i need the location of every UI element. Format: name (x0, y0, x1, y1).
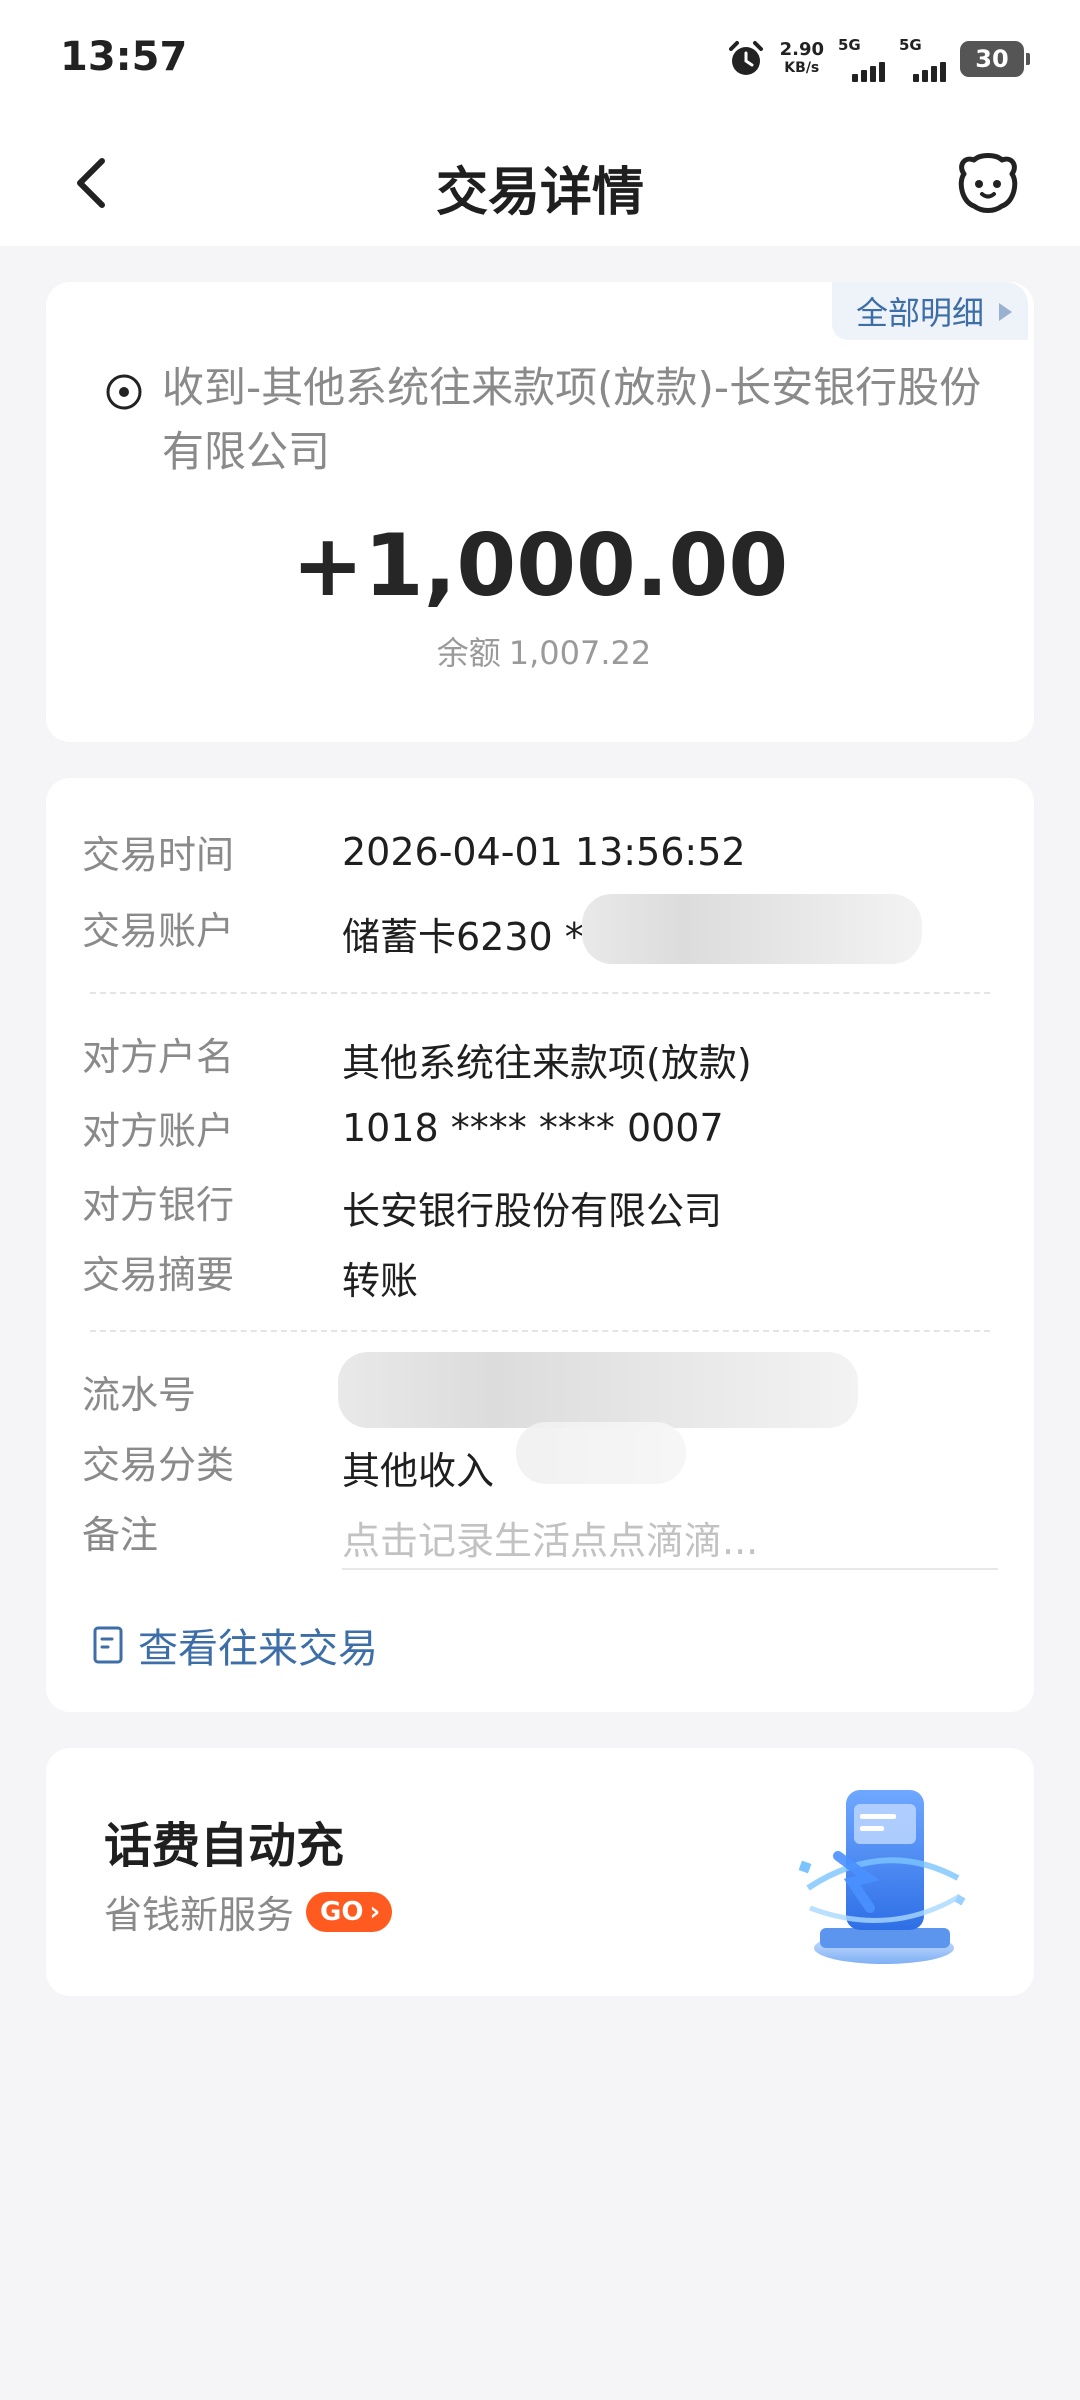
nav-bar: 交易详情 (0, 120, 1080, 246)
redaction-mask (582, 894, 922, 964)
detail-label: 对方户名 (82, 1035, 235, 1079)
phone-illustration-icon (798, 1790, 966, 1964)
detail-value: 长安银行股份有限公司 (342, 1189, 723, 1233)
status-icons: 2.90 KB/s 5G 5G 30 (726, 36, 1030, 82)
go-button[interactable]: GO › (306, 1891, 393, 1932)
status-bar: 13:57 2.90 KB/s 5G 5G 30 (0, 0, 1080, 120)
detail-value: 储蓄卡6230 * (342, 915, 584, 959)
detail-row-payer-account: 对方账户 1018 **** **** 0007 (82, 1100, 998, 1160)
detail-row-summary: 交易摘要 转账 (82, 1244, 998, 1304)
battery-level: 30 (975, 45, 1009, 73)
divider (90, 1330, 990, 1332)
redaction-mask (516, 1422, 686, 1484)
view-history-link[interactable]: 查看往来交易 (92, 1616, 378, 1674)
transaction-amount: +1,000.00 (291, 516, 789, 616)
assistant-button[interactable] (950, 146, 1026, 222)
network-speed-value: 2.90 (779, 39, 824, 60)
network-speed: 2.90 KB/s (780, 41, 824, 77)
balance-value: 1,007.22 (508, 634, 652, 672)
detail-label: 备注 (82, 1513, 159, 1557)
detail-label: 对方账户 (82, 1109, 235, 1153)
sim1-network-type: 5G (838, 36, 861, 54)
battery-icon: 30 (960, 41, 1030, 77)
status-time: 13:57 (60, 34, 188, 80)
all-details-link[interactable]: 全部明细 (831, 282, 1028, 340)
promo-subtitle: 省钱新服务 (104, 1893, 295, 1937)
detail-label: 对方银行 (82, 1183, 235, 1227)
detail-label: 交易时间 (82, 833, 235, 877)
transaction-type-icon (106, 374, 142, 410)
transaction-summary-card: 全部明细 收到-其他系统往来款项(放款)-长安银行股份有限公司 +1,000.0… (46, 282, 1034, 742)
detail-value: 2026-04-01 13:56:52 (342, 830, 746, 874)
detail-row-payer-name: 对方户名 其他系统往来款项(放款) (82, 1026, 998, 1086)
balance-line: 余额 1,007.22 (46, 628, 1034, 674)
view-history-label: 查看往来交易 (138, 1626, 378, 1672)
detail-row-note[interactable]: 备注 点击记录生活点点滴滴... (82, 1504, 998, 1564)
network-speed-unit: KB/s (784, 60, 820, 76)
page-title: 交易详情 (435, 163, 644, 223)
promo-title: 话费自动充 (104, 1818, 345, 1874)
promo-subtitle-line: 省钱新服务 GO › (104, 1884, 393, 1939)
document-icon (93, 1626, 123, 1664)
promo-card[interactable]: 话费自动充 省钱新服务 GO › (46, 1748, 1034, 1996)
balance-label: 余额 (436, 634, 501, 672)
go-label: GO (320, 1896, 364, 1927)
all-details-label: 全部明细 (855, 294, 984, 332)
play-triangle-icon (999, 303, 1012, 321)
detail-value: 转账 (342, 1259, 419, 1303)
detail-label: 交易账户 (82, 909, 235, 953)
detail-label: 交易分类 (82, 1443, 235, 1487)
signal-icon-sim1: 5G (838, 36, 885, 82)
transaction-details-card: 交易时间 2026-04-01 13:56:52 交易账户 储蓄卡6230 * … (46, 778, 1034, 1712)
detail-row-time: 交易时间 2026-04-01 13:56:52 (82, 824, 998, 884)
redaction-mask (338, 1352, 858, 1428)
detail-value: 其他系统往来款项(放款) (342, 1041, 752, 1085)
detail-value: 1018 **** **** 0007 (342, 1106, 724, 1150)
chevron-right-icon: › (369, 1896, 381, 1927)
robot-face-icon (958, 153, 1018, 213)
detail-label: 交易摘要 (82, 1253, 235, 1297)
detail-value: 其他收入 (342, 1449, 495, 1493)
note-underline (342, 1568, 998, 1570)
note-input[interactable]: 点击记录生活点点滴滴... (342, 1510, 758, 1565)
detail-row-payer-bank: 对方银行 长安银行股份有限公司 (82, 1174, 998, 1234)
sim2-network-type: 5G (899, 36, 922, 54)
signal-icon-sim2: 5G (899, 36, 946, 82)
divider (90, 992, 990, 994)
detail-label: 流水号 (82, 1373, 197, 1417)
alarm-icon (728, 41, 763, 75)
transaction-description: 收到-其他系统往来款项(放款)-长安银行股份有限公司 (162, 363, 982, 476)
